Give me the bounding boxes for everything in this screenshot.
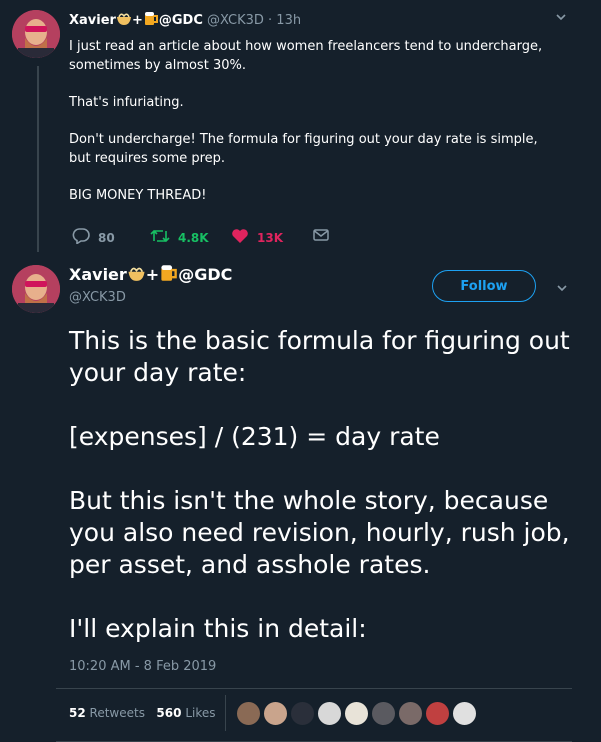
retweet-button[interactable]: 4.8K: [150, 228, 209, 247]
liker-avatar[interactable]: [290, 701, 315, 726]
tweet-paragraph: Don't undercharge! The formula for figur…: [69, 132, 538, 166]
beer-emoji: [143, 11, 159, 30]
tweet-paragraph: BIG MONEY THREAD!: [69, 188, 207, 203]
message-icon: [313, 228, 329, 245]
liker-avatar[interactable]: [236, 701, 261, 726]
tweet-paragraph: I'll explain this in detail:: [69, 614, 367, 643]
liker-avatar[interactable]: [452, 701, 477, 726]
tweet-paragraph: This is the basic formula for figuring o…: [69, 326, 570, 387]
heart-icon: [231, 228, 249, 247]
liker-avatar[interactable]: [425, 701, 450, 726]
author-name[interactable]: Xavier: [69, 265, 127, 284]
liker-avatar[interactable]: [317, 701, 342, 726]
liker-avatars: [236, 701, 477, 726]
chevron-down-icon[interactable]: [556, 282, 568, 298]
liker-avatar[interactable]: [398, 701, 423, 726]
reply-button[interactable]: 80: [72, 228, 115, 247]
tweet-text: I just read an article about how women f…: [69, 37, 559, 223]
noodle-emoji: [127, 266, 146, 286]
tweet-text: This is the basic formula for figuring o…: [69, 325, 579, 677]
plus-sign: +: [131, 13, 143, 28]
noodle-emoji: [116, 12, 132, 30]
retweet-total: 52: [69, 706, 86, 720]
tweet-time[interactable]: 13h: [276, 13, 301, 28]
author-suffix[interactable]: @GDC: [178, 265, 232, 284]
liker-avatar[interactable]: [344, 701, 369, 726]
tweet-paragraph: I just read an article about how women f…: [69, 39, 543, 73]
plus-sign: +: [145, 265, 160, 284]
retweet-icon: [150, 228, 170, 247]
direct-message-button[interactable]: [313, 228, 329, 245]
like-button[interactable]: 13K: [231, 228, 283, 247]
author-name[interactable]: Xavier: [69, 13, 116, 28]
engagement-stats: 52 Retweets 560 Likes: [69, 706, 216, 720]
chevron-down-icon[interactable]: [555, 11, 567, 27]
likes-label: Likes: [185, 706, 216, 720]
tweet-timestamp[interactable]: 10:20 AM - 8 Feb 2019: [69, 659, 216, 674]
tweet-paragraph: [expenses] / (231) = day rate: [69, 422, 440, 451]
retweet-count: 4.8K: [178, 230, 209, 245]
author-handle[interactable]: @XCK3D: [207, 13, 264, 28]
liker-avatar[interactable]: [263, 701, 288, 726]
author-line: Xavier + @GDC: [69, 264, 232, 286]
avatar[interactable]: [12, 10, 60, 58]
like-total: 560: [156, 706, 182, 720]
divider: [56, 688, 572, 689]
divider: [225, 695, 226, 731]
retweets-label: Retweets: [89, 706, 145, 720]
liker-avatar[interactable]: [371, 701, 396, 726]
tweet-paragraph: That's infuriating.: [69, 95, 184, 110]
avatar[interactable]: [12, 265, 60, 313]
beer-emoji: [159, 264, 178, 286]
author-suffix[interactable]: @GDC: [159, 13, 203, 28]
reply-count: 80: [98, 230, 115, 245]
thread-connector: [37, 66, 39, 252]
reply-icon: [72, 228, 90, 247]
follow-button[interactable]: Follow: [432, 270, 536, 302]
tweet-paragraph: But this isn't the whole story, because …: [69, 486, 570, 579]
separator-dot: ·: [268, 13, 273, 28]
tweet-header: Xavier + @GDC @XCK3D · 13h: [69, 11, 301, 30]
likes-stat[interactable]: 560 Likes: [156, 706, 215, 720]
retweets-stat[interactable]: 52 Retweets: [69, 706, 145, 720]
author-handle[interactable]: @XCK3D: [69, 290, 126, 305]
like-count: 13K: [257, 230, 283, 245]
